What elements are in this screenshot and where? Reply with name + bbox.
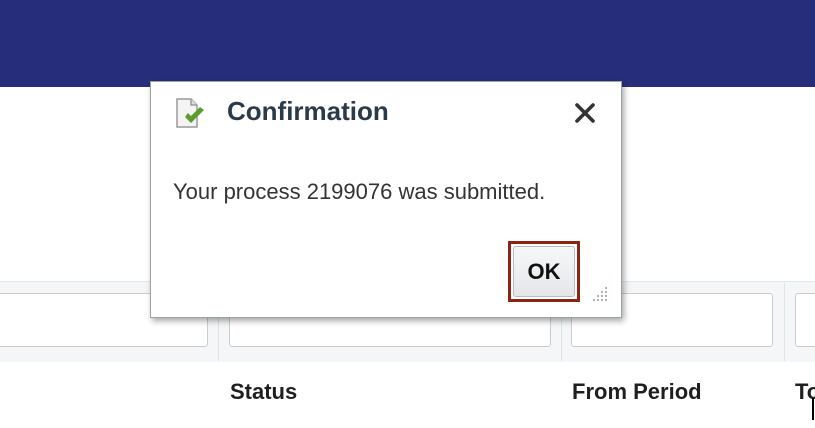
column-header-from-period[interactable]: From Period: [572, 379, 702, 405]
resize-grip-icon[interactable]: [591, 285, 609, 303]
text-cursor: [812, 398, 814, 420]
document-check-icon: [176, 98, 204, 128]
close-icon[interactable]: [573, 101, 597, 125]
confirmation-dialog: Confirmation Your process 2199076 was su…: [150, 81, 622, 318]
ok-button[interactable]: OK: [513, 246, 575, 297]
column-header-status[interactable]: Status: [230, 379, 297, 405]
filter-input-to-period[interactable]: [795, 293, 815, 347]
dialog-message: Your process 2199076 was submitted.: [173, 179, 546, 204]
top-navigation-bar: [0, 0, 815, 87]
column-separator: [784, 283, 785, 361]
dialog-title: Confirmation: [227, 96, 389, 126]
